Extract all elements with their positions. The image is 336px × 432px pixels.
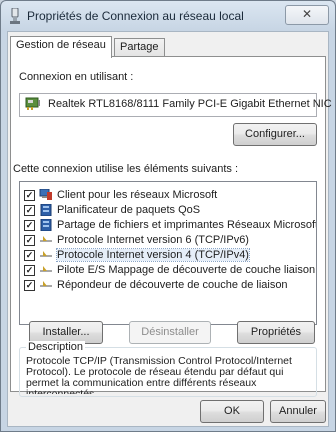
networking-tab-panel: Connexion en utilisant : Realtek RTL8168… [10, 56, 332, 397]
item-label: Protocole Internet version 6 (TCP/IPv6) [57, 234, 249, 246]
ok-button[interactable]: OK [200, 400, 264, 423]
list-item-client-microsoft[interactable]: ✓ Client pour les réseaux Microsoft [20, 188, 316, 203]
item-label: Planificateur de paquets QoS [57, 204, 201, 216]
checkbox[interactable]: ✓ [24, 280, 35, 291]
item-label: Pilote E/S Mappage de découverte de couc… [57, 264, 316, 276]
connect-using-label: Connexion en utilisant : [19, 71, 134, 83]
checkbox[interactable]: ✓ [24, 190, 35, 201]
tab-label: Partage [120, 41, 159, 53]
components-label: Cette connexion utilise les éléments sui… [13, 163, 239, 175]
item-label: Client pour les réseaux Microsoft [57, 189, 218, 201]
properties-button[interactable]: Propriétés [237, 321, 315, 344]
item-label: Répondeur de découverte de couche de lia… [57, 279, 288, 291]
list-item-lltd-mapper[interactable]: ✓ Pilote E/S Mappage de découverte de co… [20, 263, 316, 278]
description-group: Description Protocole TCP/IP (Transmissi… [19, 341, 317, 397]
protocol-icon [40, 266, 52, 272]
description-label: Description [26, 341, 86, 353]
button-label: Installer... [42, 326, 90, 338]
cancel-button[interactable]: Annuler [270, 400, 326, 423]
list-item-ipv6[interactable]: ✓ Protocole Internet version 6 (TCP/IPv6… [20, 233, 316, 248]
item-label: Partage de fichiers et imprimantes Résea… [57, 219, 317, 231]
list-item-lltd-responder[interactable]: ✓ Répondeur de découverte de couche de l… [20, 278, 316, 293]
description-text: Protocole TCP/IP (Transmission Control P… [26, 356, 292, 394]
adapter-field: Realtek RTL8168/8111 Family PCI-E Gigabi… [19, 93, 332, 117]
close-icon: ✕ [301, 7, 313, 21]
protocol-icon [40, 281, 52, 287]
network-client-icon [39, 189, 52, 200]
window-title: Propriétés de Connexion au réseau local [27, 9, 244, 23]
button-label: OK [224, 405, 240, 417]
checkbox[interactable]: ✓ [24, 250, 35, 261]
close-button[interactable]: ✕ [285, 5, 329, 25]
properties-dialog: Propriétés de Connexion au réseau local … [0, 0, 336, 432]
tab-label: Gestion de réseau [16, 39, 106, 51]
list-item-file-printer-sharing[interactable]: ✓ Partage de fichiers et imprimantes Rés… [20, 218, 316, 233]
uninstall-button[interactable]: Désinstaller [129, 321, 211, 344]
dialog-client-area: Gestion de réseau Partage Connexion en u… [7, 31, 332, 427]
components-list[interactable]: ✓ Client pour les réseaux Microsoft ✓ Pl… [19, 181, 317, 325]
checkbox[interactable]: ✓ [24, 205, 35, 216]
service-icon [40, 204, 52, 216]
network-card-icon [25, 97, 40, 110]
button-label: Configurer... [245, 128, 305, 140]
tab-partage[interactable]: Partage [114, 38, 165, 57]
tab-gestion-de-reseau[interactable]: Gestion de réseau [10, 36, 112, 58]
list-item-ipv4[interactable]: ✓ Protocole Internet version 4 (TCP/IPv4… [20, 248, 316, 263]
list-item-qos[interactable]: ✓ Planificateur de paquets QoS [20, 203, 316, 218]
service-icon [40, 219, 52, 231]
network-adapter-icon [10, 8, 20, 24]
checkbox[interactable]: ✓ [24, 220, 35, 231]
title-bar[interactable]: Propriétés de Connexion au réseau local … [1, 1, 335, 31]
protocol-icon [40, 251, 52, 257]
checkbox[interactable]: ✓ [24, 265, 35, 276]
button-label: Désinstaller [141, 326, 199, 338]
item-label: Protocole Internet version 4 (TCP/IPv4) [56, 248, 250, 262]
button-label: Annuler [279, 405, 317, 417]
configure-button[interactable]: Configurer... [233, 123, 317, 146]
protocol-icon [40, 236, 52, 242]
button-label: Propriétés [250, 326, 302, 338]
checkbox[interactable]: ✓ [24, 235, 35, 246]
adapter-name: Realtek RTL8168/8111 Family PCI-E Gigabi… [48, 98, 332, 110]
